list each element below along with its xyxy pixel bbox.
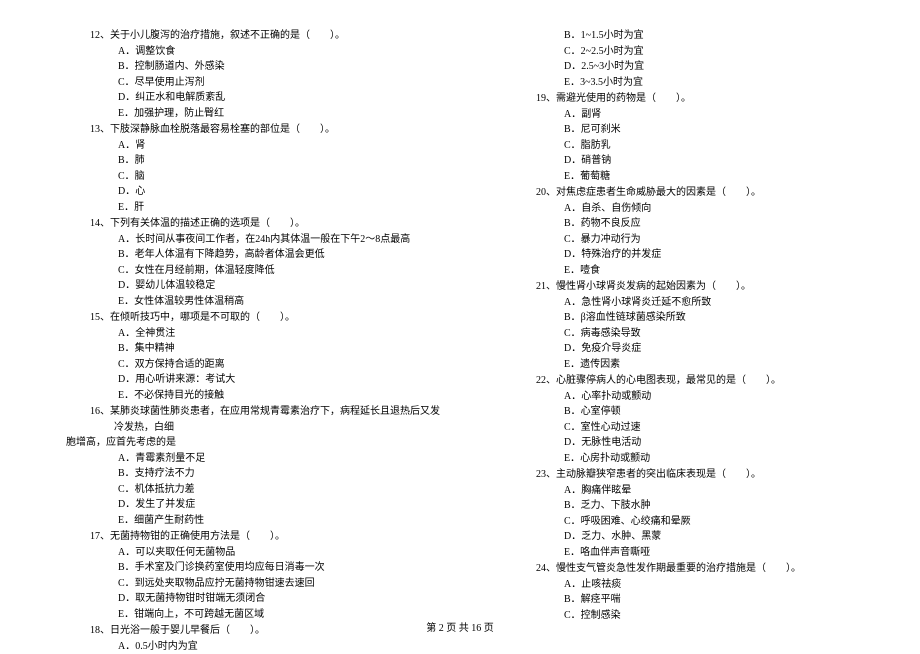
q16-opt-c: C．机体抵抗力差	[118, 482, 440, 498]
q22-opt-c: C．室性心动过速	[564, 420, 886, 436]
q15-opt-b: B．集中精神	[118, 341, 440, 357]
q19-stem: 19、需避光使用的药物是（ ）。	[536, 91, 886, 107]
right-column: B．1~1.5小时为宜 C．2~2.5小时为宜 D．2.5~3小时为宜 E．3~…	[476, 28, 886, 654]
q16-cont: 胞增高，应首先考虑的是	[66, 435, 440, 451]
q17-opt-a: A．可以夹取任何无菌物品	[118, 545, 440, 561]
q22-opt-a: A．心率扑动或颤动	[564, 389, 886, 405]
q21-stem: 21、慢性肾小球肾炎发病的起始因素为（ ）。	[536, 279, 886, 295]
q20-stem: 20、对焦虑症患者生命威胁最大的因素是（ ）。	[536, 185, 886, 201]
exam-page: 12、关于小儿腹泻的治疗措施，叙述不正确的是（ ）。 A．调整饮食 B．控制肠道…	[0, 0, 920, 654]
q13-opt-d: D．心	[118, 184, 440, 200]
q16-opt-d: D．发生了并发症	[118, 497, 440, 513]
q12-opt-c: C．尽早使用止泻剂	[118, 75, 440, 91]
q15-opt-e: E．不必保持目光的接触	[118, 388, 440, 404]
q17-opt-b: B．手术室及门诊换药室使用均应每日消毒一次	[118, 560, 440, 576]
q24-stem: 24、慢性支气管炎急性发作期最重要的治疗措施是（ ）。	[536, 561, 886, 577]
q16-opt-e: E．细菌产生耐药性	[118, 513, 440, 529]
q20-opt-d: D．特殊治疗的并发症	[564, 247, 886, 263]
q15-opt-d: D．用心听讲来源：考试大	[118, 372, 440, 388]
q16-stem: 16、某肺炎球菌性肺炎患者，在应用常规青霉素治疗下，病程延长且退热后又发冷发热，…	[90, 404, 440, 435]
q15-opt-c: C．双方保持合适的距离	[118, 357, 440, 373]
q20-opt-b: B．药物不良反应	[564, 216, 886, 232]
q18-opt-e: E．3~3.5小时为宜	[564, 75, 886, 91]
q20-opt-e: E．噎食	[564, 263, 886, 279]
q14-opt-a: A．长时间从事夜间工作者，在24h内其体温一般在下午2～8点最高	[118, 232, 440, 248]
q15-opt-a: A．全神贯注	[118, 326, 440, 342]
q19-opt-b: B．尼可刹米	[564, 122, 886, 138]
q12-opt-a: A．调整饮食	[118, 44, 440, 60]
q23-opt-a: A．胸痛伴眩晕	[564, 483, 886, 499]
q20-opt-c: C．暴力冲动行为	[564, 232, 886, 248]
q12-opt-d: D．纠正水和电解质紊乱	[118, 90, 440, 106]
q22-opt-d: D．无脉性电活动	[564, 435, 886, 451]
q13-opt-e: E．肝	[118, 200, 440, 216]
q23-stem: 23、主动脉瓣狭窄患者的突出临床表现是（ ）。	[536, 467, 886, 483]
q16-opt-a: A．青霉素剂量不足	[118, 451, 440, 467]
q14-stem: 14、下列有关体温的描述正确的选项是（ ）。	[90, 216, 440, 232]
q12-stem: 12、关于小儿腹泻的治疗措施，叙述不正确的是（ ）。	[90, 28, 440, 44]
q19-opt-a: A．副肾	[564, 107, 886, 123]
q14-opt-b: B．老年人体温有下降趋势，高龄者体温会更低	[118, 247, 440, 263]
q23-opt-c: C．呼吸困难、心绞痛和晕厥	[564, 514, 886, 530]
q13-opt-c: C．脑	[118, 169, 440, 185]
q23-opt-d: D．乏力、水肿、黑蒙	[564, 529, 886, 545]
q24-opt-b: B．解痉平喘	[564, 592, 886, 608]
q16-opt-b: B．支持疗法不力	[118, 466, 440, 482]
q13-stem: 13、下肢深静脉血栓脱落最容易栓塞的部位是（ ）。	[90, 122, 440, 138]
q15-stem: 15、在倾听技巧中，哪项是不可取的（ ）。	[90, 310, 440, 326]
q17-opt-c: C．到远处夹取物品应拧无菌持物钳速去速回	[118, 576, 440, 592]
q23-opt-b: B．乏力、下肢水肿	[564, 498, 886, 514]
q12-opt-e: E．加强护理，防止臀红	[118, 106, 440, 122]
q19-opt-c: C．脂肪乳	[564, 138, 886, 154]
q18-opt-b: B．1~1.5小时为宜	[564, 28, 886, 44]
q19-opt-d: D．硝普钠	[564, 153, 886, 169]
q23-opt-e: E．咯血伴声音嘶哑	[564, 545, 886, 561]
q13-opt-b: B．肺	[118, 153, 440, 169]
q21-opt-d: D．免疫介导炎症	[564, 341, 886, 357]
q13-opt-a: A．肾	[118, 138, 440, 154]
q14-opt-c: C．女性在月经前期，体温轻度降低	[118, 263, 440, 279]
q18-opt-c: C．2~2.5小时为宜	[564, 44, 886, 60]
q21-opt-b: B．β溶血性链球菌感染所致	[564, 310, 886, 326]
q24-opt-a: A．止咳祛痰	[564, 577, 886, 593]
q21-opt-a: A．急性肾小球肾炎迁延不愈所致	[564, 295, 886, 311]
q22-opt-e: E．心房扑动或颤动	[564, 451, 886, 467]
left-column: 12、关于小儿腹泻的治疗措施，叙述不正确的是（ ）。 A．调整饮食 B．控制肠道…	[30, 28, 440, 654]
q17-stem: 17、无菌持物钳的正确使用方法是（ ）。	[90, 529, 440, 545]
q17-opt-d: D．取无菌持物钳时钳端无须闭合	[118, 591, 440, 607]
q21-opt-c: C．病毒感染导致	[564, 326, 886, 342]
q14-opt-d: D．婴幼儿体温较稳定	[118, 278, 440, 294]
q22-stem: 22、心脏骤停病人的心电图表现，最常见的是（ ）。	[536, 373, 886, 389]
page-footer: 第 2 页 共 16 页	[0, 621, 920, 637]
q19-opt-e: E．葡萄糖	[564, 169, 886, 185]
q18-opt-d: D．2.5~3小时为宜	[564, 59, 886, 75]
q12-opt-b: B．控制肠道内、外感染	[118, 59, 440, 75]
q14-opt-e: E．女性体温较男性体温稍高	[118, 294, 440, 310]
q18-opt-a: A．0.5小时内为宜	[118, 639, 440, 654]
q22-opt-b: B．心室停顿	[564, 404, 886, 420]
q21-opt-e: E．遗传因素	[564, 357, 886, 373]
q20-opt-a: A．自杀、自伤倾向	[564, 201, 886, 217]
